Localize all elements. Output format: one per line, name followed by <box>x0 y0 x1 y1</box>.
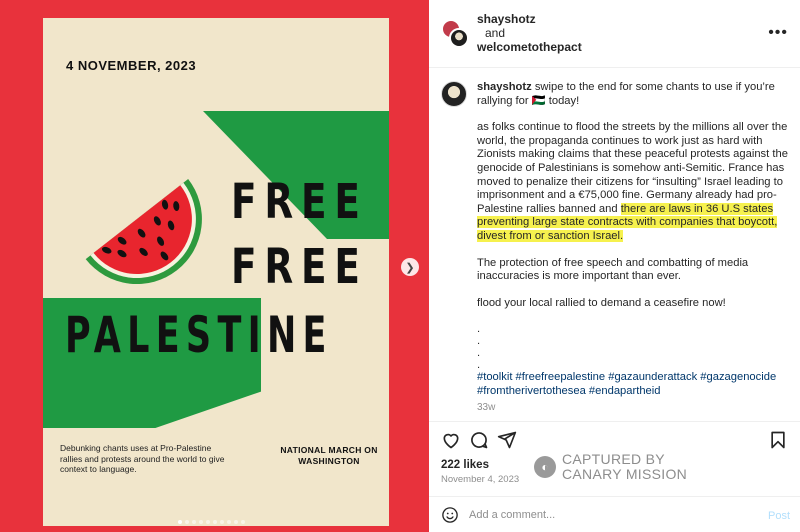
comment-bar: Post <box>429 496 800 532</box>
carousel-dot[interactable] <box>178 520 182 524</box>
carousel-dot[interactable] <box>227 520 231 524</box>
poster-footer-left: Debunking chants uses at Pro-Palestine r… <box>60 443 225 475</box>
caption-intro: shayshotz swipe to the end for some chan… <box>477 81 793 108</box>
caption-paragraph-1: as folks continue to flood the streets b… <box>477 121 793 243</box>
poster-title-line2: FREE <box>231 239 368 295</box>
post-comment-button[interactable]: Post <box>768 510 790 522</box>
carousel-dot[interactable] <box>206 520 210 524</box>
canary-watermark-text: CAPTURED BY CANARY MISSION <box>562 452 687 482</box>
author-username-2[interactable]: welcometothepact <box>477 40 582 54</box>
hashtag-line[interactable]: #toolkit #freefreepalestine #gazaunderat… <box>477 371 793 385</box>
carousel-dot[interactable] <box>220 520 224 524</box>
watermelon-icon <box>85 179 202 285</box>
watermark-line1: CAPTURED BY <box>562 451 665 467</box>
watermark-line2: CANARY MISSION <box>562 466 688 482</box>
carousel-dot[interactable] <box>192 520 196 524</box>
canary-logo-icon: ◐ <box>534 456 556 478</box>
post-authors: shayshotz and welcometothepact <box>477 12 582 54</box>
comment-input[interactable] <box>469 505 749 525</box>
carousel-dot[interactable] <box>185 520 189 524</box>
caption-paragraph-3: flood your local rallied to demand a cea… <box>477 296 726 309</box>
poster-date: 4 NOVEMBER, 2023 <box>66 58 197 73</box>
caption-dot: . <box>477 359 481 372</box>
post-header: shayshotz and welcometothepact ••• <box>429 0 800 68</box>
poster: 4 NOVEMBER, 2023 FREE FREE PALESTINE Deb… <box>43 18 389 526</box>
chevron-right-icon: ❯ <box>405 261 415 274</box>
heart-icon[interactable] <box>441 430 461 450</box>
caption-body: shayshotz swipe to the end for some chan… <box>477 81 793 414</box>
author-username-1[interactable]: shayshotz <box>477 12 582 26</box>
caption-dot: . <box>477 323 481 336</box>
share-icon[interactable] <box>497 430 517 450</box>
caption-dot: . <box>477 347 481 360</box>
poster-footer-right: NATIONAL MARCH ON WASHINGTON <box>280 445 378 466</box>
caption-username[interactable]: shayshotz <box>477 81 532 93</box>
caption-p1-text: as folks continue to flood the streets b… <box>477 121 788 215</box>
emoji-icon[interactable] <box>441 506 459 524</box>
carousel-dot[interactable] <box>241 520 245 524</box>
carousel-dot[interactable] <box>234 520 238 524</box>
poster-title-line3: PALESTINE <box>65 306 333 364</box>
caption-paragraph-2: The protection of free speech and combat… <box>477 256 749 283</box>
carousel-dots <box>178 520 245 524</box>
carousel-dot[interactable] <box>199 520 203 524</box>
avatar[interactable] <box>441 81 467 107</box>
collab-avatars[interactable] <box>441 19 471 49</box>
hashtags: #toolkit #freefreepalestine #gazaunderat… <box>477 371 793 398</box>
author-conjunction: and <box>485 26 506 40</box>
comment-icon[interactable] <box>469 430 489 450</box>
caption: shayshotz swipe to the end for some chan… <box>429 69 800 421</box>
post-image: 4 NOVEMBER, 2023 FREE FREE PALESTINE Deb… <box>0 0 429 532</box>
post-date[interactable]: November 4, 2023 <box>441 474 519 485</box>
likes-count[interactable]: 222 likes <box>441 459 489 471</box>
caption-time-ago[interactable]: 33w <box>477 401 793 415</box>
caption-dot-lines: . . . . <box>477 323 793 371</box>
caption-dot: . <box>477 335 481 348</box>
bookmark-icon[interactable] <box>768 430 788 450</box>
hashtag-line[interactable]: #fromtherivertothesea #endapartheid <box>477 385 793 399</box>
canary-watermark: ◐ CAPTURED BY CANARY MISSION <box>534 452 687 482</box>
more-horizontal-icon[interactable]: ••• <box>768 24 788 42</box>
avatar[interactable] <box>449 28 469 48</box>
carousel-dot[interactable] <box>213 520 217 524</box>
carousel-next-button[interactable]: ❯ <box>401 258 419 276</box>
poster-title-line1: FREE <box>231 174 368 230</box>
post-panel: shayshotz and welcometothepact ••• shays… <box>429 0 800 532</box>
